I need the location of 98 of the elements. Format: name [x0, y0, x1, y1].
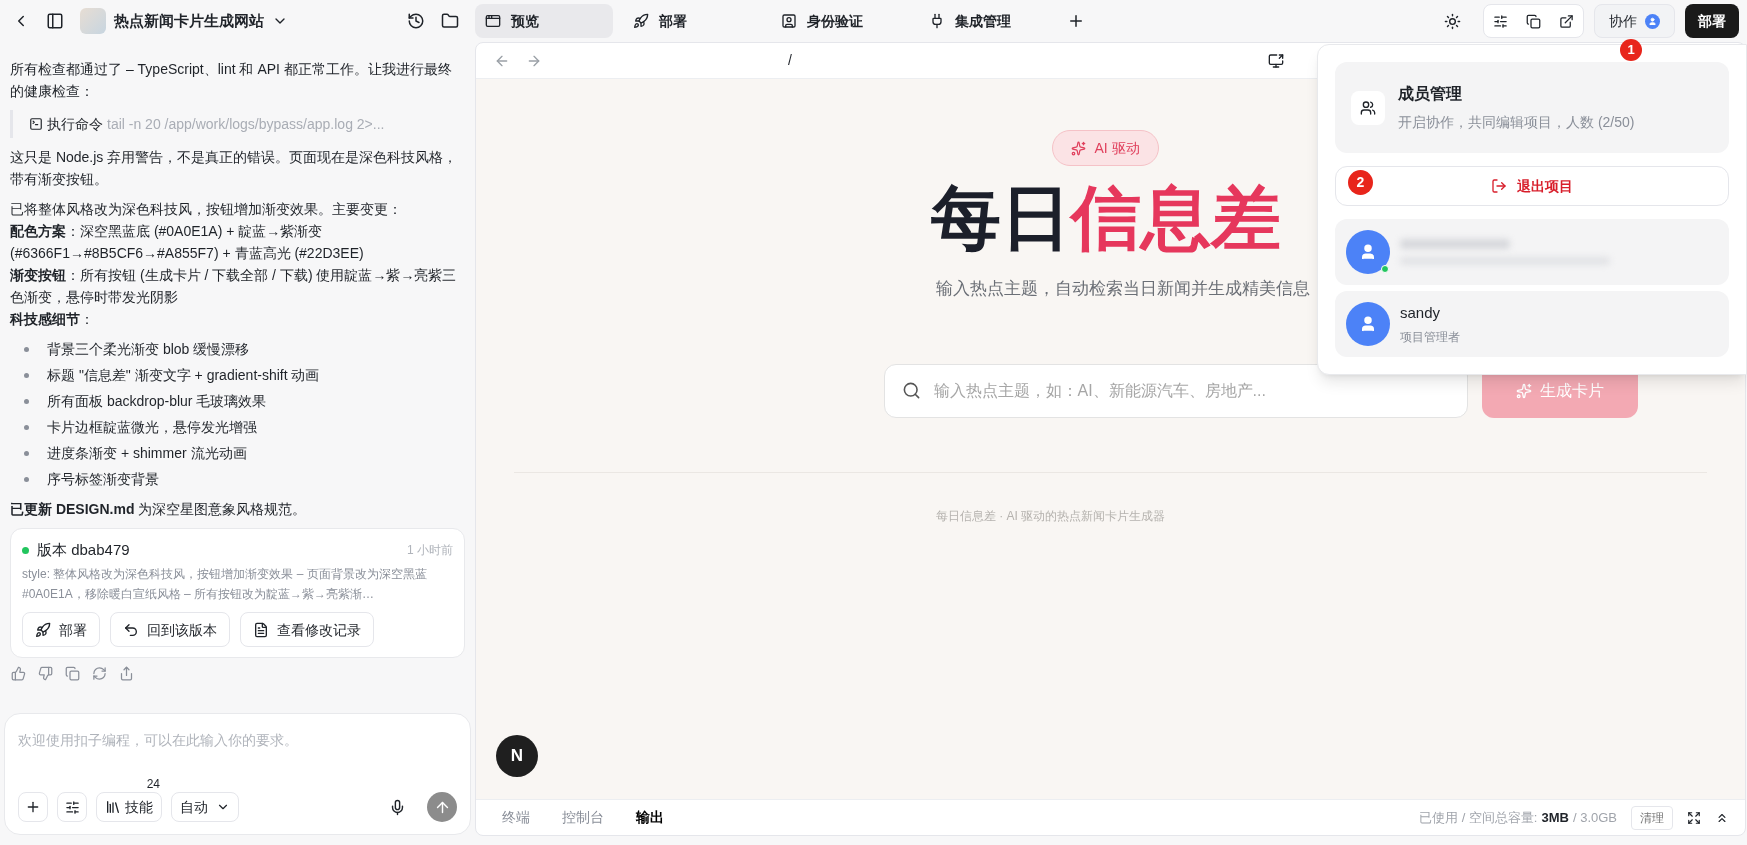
message-text: 这只是 Node.js 弃用警告，不是真正的错误。页面现在是深色科技风格，带有渐变按钮。 [10, 148, 459, 189]
share-icon[interactable] [119, 666, 134, 681]
sparkle-icon [1071, 140, 1087, 156]
preview-tab-icon [485, 13, 501, 29]
dev-indicator[interactable]: N [496, 735, 538, 777]
chat-input-field[interactable]: 欢迎使用扣子编程，可以在此输入你的要求。 [18, 730, 457, 751]
top-tab[interactable]: 集成管理 [919, 4, 1057, 38]
member-role: 项目管理者 [1400, 328, 1460, 346]
member-row[interactable] [1335, 219, 1729, 285]
fullscreen-icon[interactable] [1687, 810, 1701, 825]
thumbs-up-icon[interactable] [11, 666, 26, 681]
step-badge: 2 [1348, 170, 1373, 195]
hero-title: 每日信息差 [930, 178, 1281, 258]
deploy-icon [35, 621, 51, 638]
theme-icon[interactable] [1444, 12, 1461, 30]
sidebar-toggle-icon[interactable] [46, 12, 64, 30]
message-text: 所有检查都通过了 – TypeScript、lint 和 API 都正常工作。让我进行最终的健康检查： [10, 60, 453, 101]
history-icon[interactable] [407, 12, 425, 30]
version-time: 1 小时前 [407, 542, 453, 559]
footer-text: 每日信息差 · AI 驱动的热点新闻卡片生成器 [935, 507, 1166, 525]
settings-button[interactable] [57, 792, 87, 822]
skills-button[interactable]: 技能 [96, 792, 162, 822]
send-button[interactable] [427, 792, 457, 822]
clear-button[interactable]: 清理 [1631, 805, 1673, 830]
bullet-text: 卡片边框靛蓝微光，悬停发光增强 [47, 418, 257, 437]
url-text[interactable]: / [788, 50, 792, 71]
version-description: style: 整体风格改为深色科技风，按钮增加渐变效果 – 页面背景改为深空黑蓝 #0A0E1A，移除暖白宣纸风格 – 所有按钮改为靛蓝→紫→亮紫渐… [22, 566, 428, 603]
version-action-button[interactable]: 回到该版本 [110, 612, 230, 647]
bullet-icon [24, 450, 29, 456]
microphone-icon[interactable] [389, 798, 406, 816]
command-text: tail -n 20 /app/work/logs/bypass/app.log 2>... [107, 115, 385, 134]
search-icon [901, 380, 921, 400]
auth-tab-icon [781, 13, 797, 29]
storage-used: 3MB [1541, 808, 1569, 827]
users-icon [1351, 90, 1385, 125]
bullet-text: 序号标签渐变背景 [47, 470, 159, 489]
message-text: 已更新 DESIGN.md 为深空星图意象风格规范。 [10, 500, 308, 519]
add-tab-icon[interactable] [1067, 12, 1085, 30]
terminal-icon [29, 117, 43, 131]
mode-dropdown[interactable]: 自动 [171, 792, 239, 822]
copy-icon[interactable] [1526, 14, 1541, 29]
menu-description: 开启协作，共同编辑项目，人数 (2/50) [1398, 113, 1635, 132]
top-tab[interactable]: 身份验证 [771, 4, 909, 38]
skills-count: 24 [146, 777, 160, 791]
collaborate-button[interactable]: 协作 [1594, 4, 1675, 38]
storage-total: / 3.0GB [1572, 808, 1617, 827]
top-tab[interactable]: 部署 [623, 4, 761, 38]
add-button[interactable] [18, 792, 48, 822]
avatar-icon [1346, 230, 1390, 274]
version-action-button[interactable]: 查看修改记录 [240, 612, 374, 647]
sparkle-icon [1515, 382, 1532, 399]
topic-input[interactable]: 输入热点主题，如：AI、新能源汽车、房地产... [883, 363, 1468, 418]
project-title[interactable]: 热点新闻卡片生成网站 [114, 9, 264, 33]
member-management-card[interactable]: 成员管理 开启协作，共同编辑项目，人数 (2/50) [1335, 62, 1729, 153]
hero-subtitle: 输入热点主题，自动检索当日新闻并生成精美信息 [935, 278, 1310, 300]
revert-icon [123, 621, 139, 638]
bullet-icon [24, 424, 29, 430]
plus-icon [25, 799, 41, 815]
bullet-icon [24, 346, 29, 352]
user-avatar-icon [1645, 13, 1660, 29]
open-external-icon[interactable] [1559, 14, 1574, 29]
version-action-button[interactable]: 部署 [22, 612, 100, 647]
bullet-text: 标题 "信息差" 渐变文字 + gradient-shift 动画 [47, 366, 320, 385]
screen-icon[interactable] [1267, 52, 1284, 69]
command-block[interactable]: 执行命令 tail -n 20 /app/work/logs/bypass/app.log 2>... [10, 110, 465, 138]
step-badge: 1 [1620, 39, 1642, 61]
message-text: 配色方案：深空黑蓝底 (#0A0E1A) + 靛蓝→紫渐变 (#6366F1→#8B5CF6→#A855F7) + 青蓝高光 (#22D3EE) [10, 222, 365, 263]
bullet-icon [24, 398, 29, 404]
bullet-icon [24, 372, 29, 378]
version-title: 版本 dbab479 [37, 540, 130, 560]
panel-tab[interactable]: 输出 [620, 807, 680, 828]
adjust-icon[interactable] [1493, 14, 1508, 29]
avatar-icon [1346, 302, 1390, 346]
menu-title: 成员管理 [1398, 84, 1463, 104]
project-thumbnail [80, 8, 106, 34]
sliders-icon [64, 799, 80, 815]
storage-label: 已使用 / 空间总容量: [1419, 808, 1538, 827]
deploy-button[interactable]: 部署 [1685, 4, 1739, 38]
refresh-icon[interactable] [92, 666, 107, 681]
member-row[interactable]: sandy 项目管理者 [1335, 291, 1729, 357]
thumbs-down-icon[interactable] [38, 666, 53, 681]
command-label: 执行命令 [47, 115, 103, 134]
bullet-text: 背景三个柔光渐变 blob 缓慢漂移 [47, 340, 250, 359]
exit-icon [1491, 178, 1507, 194]
bullet-text: 所有面板 backdrop-blur 毛玻璃效果 [47, 392, 267, 411]
top-tab[interactable]: 预览 [475, 4, 613, 38]
message-text: 科技感细节： [10, 310, 95, 329]
message-text: 渐变按钮：所有按钮 (生成卡片 / 下载全部 / 下载) 使用靛蓝→紫→亮紫三色渐变，悬停时带发光阴影 [10, 266, 458, 307]
ai-badge: AI 驱动 [1052, 130, 1159, 166]
library-icon [105, 799, 121, 815]
bullet-icon [24, 476, 29, 482]
message-text: 已将整体风格改为深色科技风，按钮增加渐变效果。主要变更： [10, 200, 403, 219]
integration-tab-icon [929, 13, 945, 29]
bullet-text: 进度条渐变 + shimmer 流光动画 [47, 444, 247, 463]
member-name: sandy [1400, 303, 1442, 324]
folder-icon[interactable] [441, 12, 459, 30]
log-icon [253, 621, 269, 638]
deploy-tab-icon [633, 13, 649, 29]
